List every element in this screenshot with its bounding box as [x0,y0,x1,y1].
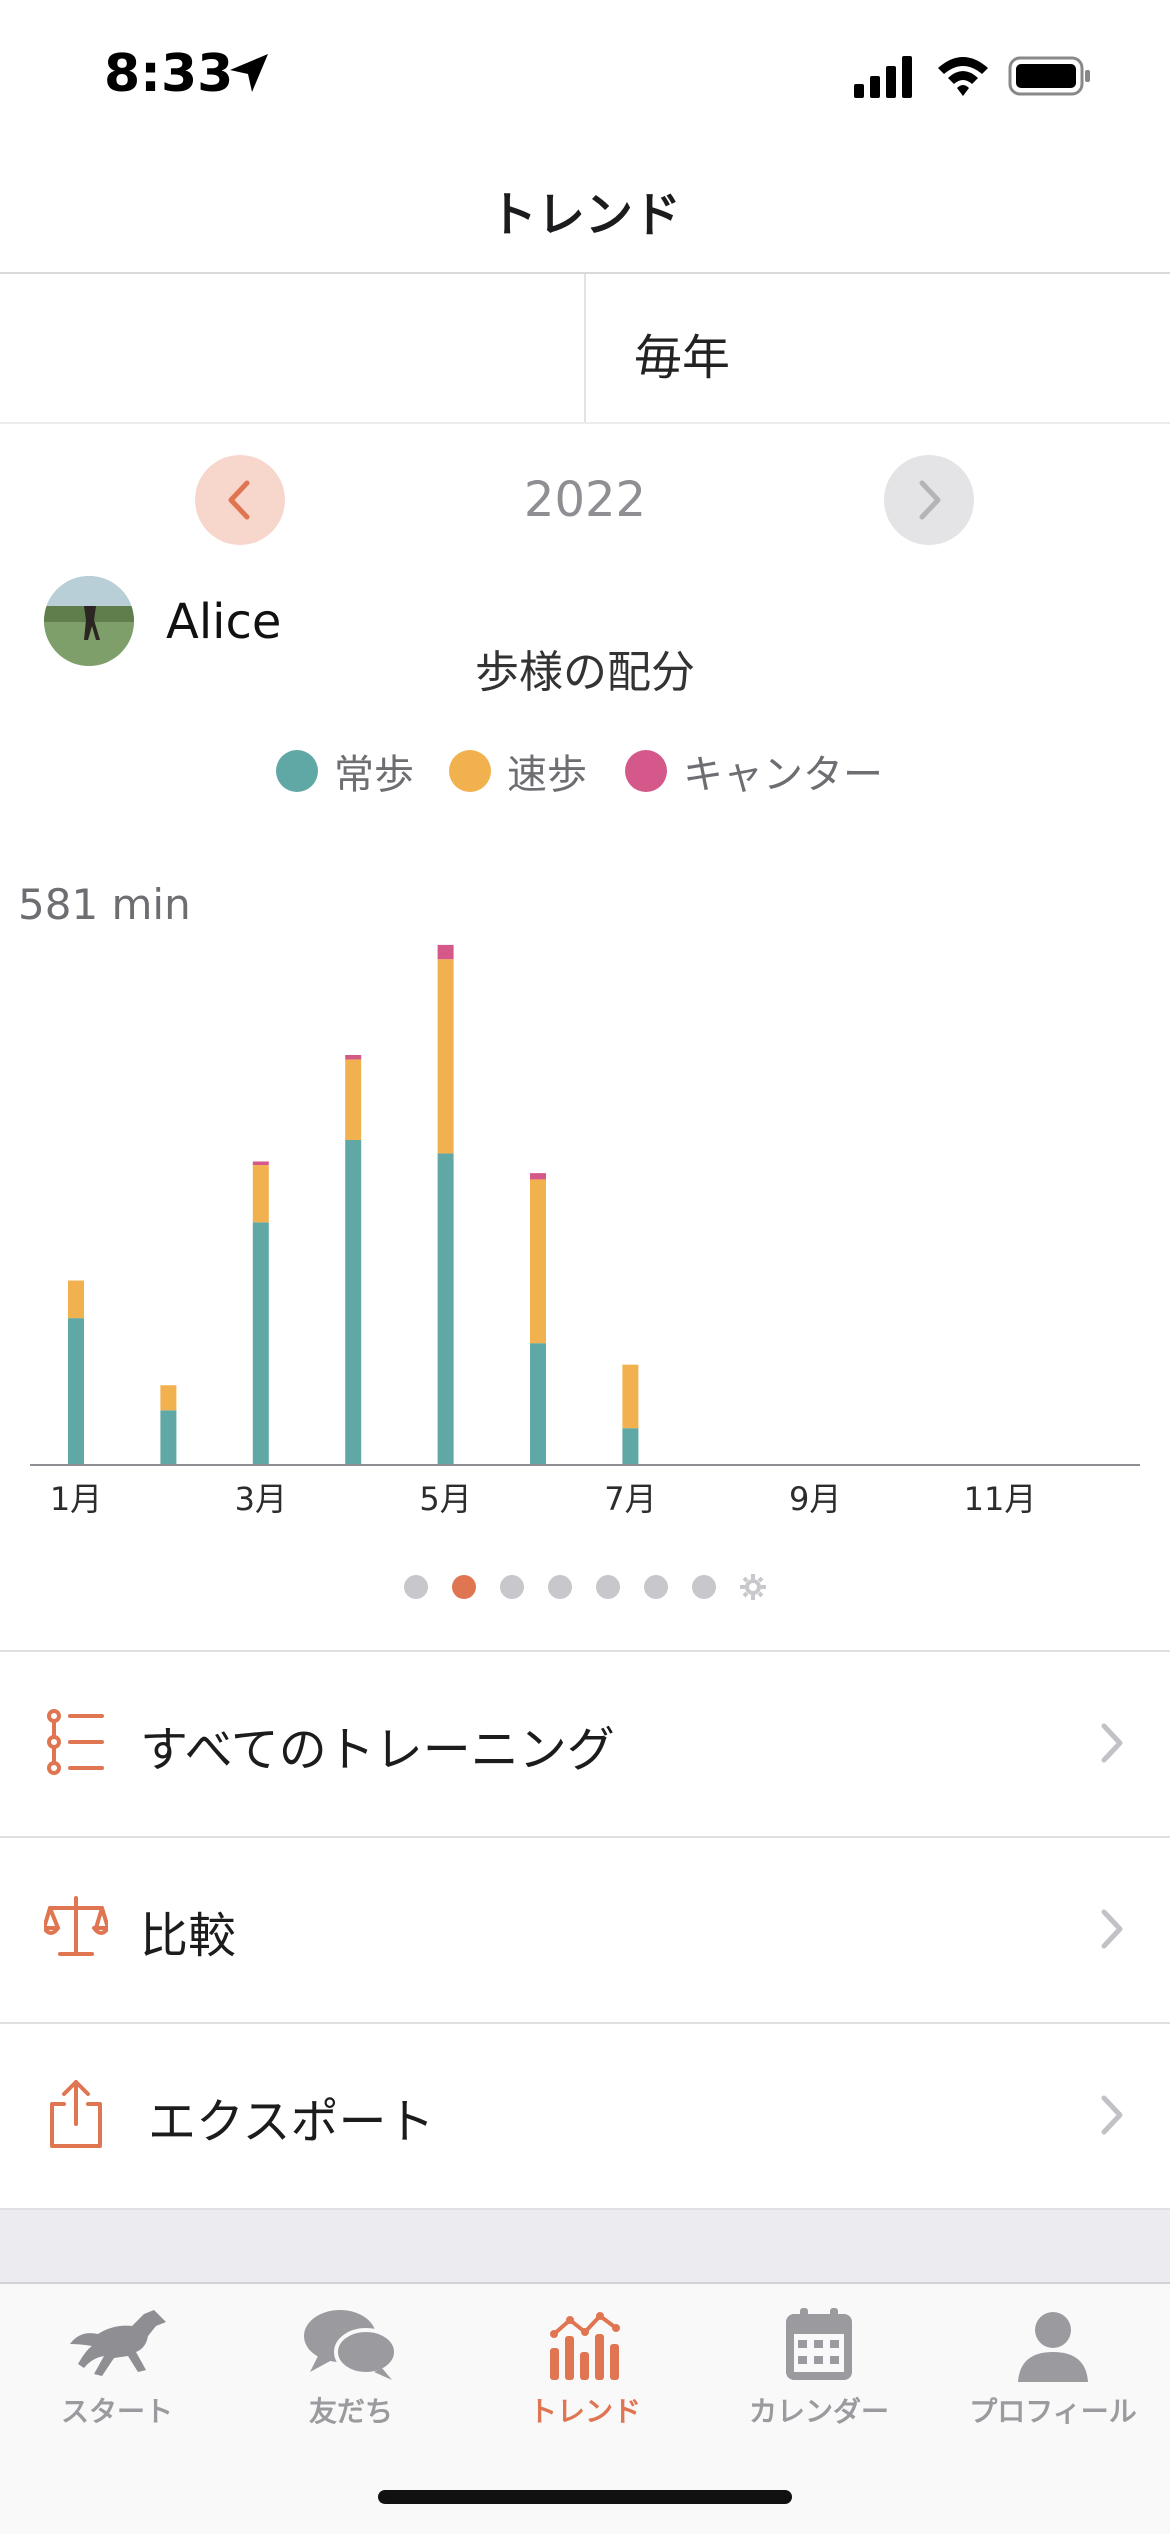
location-arrow-icon [230,54,268,92]
export-row[interactable]: エクスポート [0,2024,1170,2208]
wifi-icon [938,57,988,96]
all-trainings-row[interactable]: すべてのトレーニング [0,1652,1170,1836]
chevron-right-icon [919,480,941,520]
chevron-right-icon [1101,2095,1123,2135]
legend-canter: キャンター [625,742,883,800]
gait-distribution-chart[interactable]: 1月 3月 5月 7月 9月 11月 [0,920,1170,1540]
legend-label-trot: 速歩 [507,752,587,798]
x-tick-label: 3月 [235,1480,287,1518]
bar-segment-6-series-2[interactable] [530,1173,546,1180]
page-dot[interactable] [452,1575,476,1599]
home-indicator [378,2490,792,2504]
tab-start-label: スタート [60,2395,173,2428]
page-dot[interactable] [404,1575,428,1599]
tab-start[interactable]: スタート [0,2288,234,2448]
legend-trot: 速歩 [449,742,587,800]
bar-segment-7-series-0[interactable] [622,1428,639,1464]
bar-segment-7-series-1[interactable] [622,1364,639,1429]
chevron-right-icon [1101,1909,1123,1949]
compare-label: 比較 [140,1908,237,1964]
chart-title: 歩様の配分 [475,647,695,698]
compare-row[interactable]: 比較 [0,1838,1170,2022]
bar-segment-3-series-1[interactable] [252,1165,269,1223]
next-year-button[interactable] [884,455,974,545]
bar-segment-4-series-0[interactable] [345,1140,362,1464]
bar-segment-1-series-1[interactable] [68,1280,84,1319]
x-tick-label: 1月 [50,1480,102,1518]
page-dot[interactable] [500,1575,524,1599]
running-horse-icon [70,2310,166,2376]
bar-segment-5-series-1[interactable] [437,959,454,1154]
tab-friends-label: 友だち [308,2395,393,2428]
legend-dot-walk [276,750,318,792]
period-selector[interactable]: 毎年 [586,274,1170,422]
scale-icon [44,1896,108,1956]
bar-segment-4-series-1[interactable] [345,1059,362,1141]
legend-dot-trot [449,750,491,792]
legend-dot-canter [625,750,667,792]
page-dot[interactable] [644,1575,668,1599]
settings-gear-icon[interactable] [737,1571,769,1603]
spacer [0,2210,1170,2282]
x-tick-label: 9月 [789,1480,841,1518]
bar-segment-3-series-2[interactable] [252,1161,269,1166]
divider [0,422,1170,424]
period-label: 毎年 [634,330,731,386]
legend-label-canter: キャンター [683,752,883,798]
chevron-right-icon [1101,1723,1123,1763]
bar-segment-1-series-0[interactable] [68,1318,84,1464]
tab-friends[interactable]: 友だち [234,2288,468,2448]
tab-profile-label: プロフィール [969,2395,1137,2428]
page-title: トレンド [488,187,681,243]
x-tick-label: 5月 [419,1480,471,1518]
bar-chart-icon [550,2312,620,2380]
page-dot[interactable] [548,1575,572,1599]
bar-segment-4-series-2[interactable] [345,1054,362,1060]
share-export-icon [50,2080,102,2148]
legend-walk: 常歩 [276,742,414,800]
all-trainings-label: すべてのトレーニング [140,1722,615,1778]
calendar-icon [786,2308,852,2380]
tab-trends-label: トレンド [528,2395,641,2428]
list-icon [47,1709,104,1775]
bar-segment-2-series-1[interactable] [160,1385,177,1411]
bar-segment-2-series-0[interactable] [160,1410,177,1464]
status-time: 8:33 [104,44,234,104]
page-dot[interactable] [596,1575,620,1599]
bar-segment-3-series-0[interactable] [252,1222,269,1464]
person-icon [1018,2312,1088,2382]
tab-calendar[interactable]: カレンダー [702,2288,936,2448]
legend-label-walk: 常歩 [334,752,414,798]
year-label: 2022 [523,472,647,528]
chat-bubbles-icon [304,2310,398,2380]
bar-segment-5-series-2[interactable] [437,944,454,960]
bar-segment-6-series-0[interactable] [530,1343,546,1464]
tab-trends[interactable]: トレンド [468,2288,702,2448]
export-label: エクスポート [148,2094,435,2150]
battery-icon [1008,56,1090,96]
bar-segment-6-series-1[interactable] [530,1179,546,1344]
tab-profile[interactable]: プロフィール [936,2288,1170,2448]
cellular-signal-icon [854,56,912,98]
page-dot[interactable] [692,1575,716,1599]
bar-segment-5-series-0[interactable] [437,1153,454,1464]
x-tick-label: 7月 [604,1480,656,1518]
horse-selector[interactable]: Alice [0,274,584,666]
tab-calendar-label: カレンダー [748,2395,889,2428]
x-tick-label: 11月 [964,1480,1037,1518]
